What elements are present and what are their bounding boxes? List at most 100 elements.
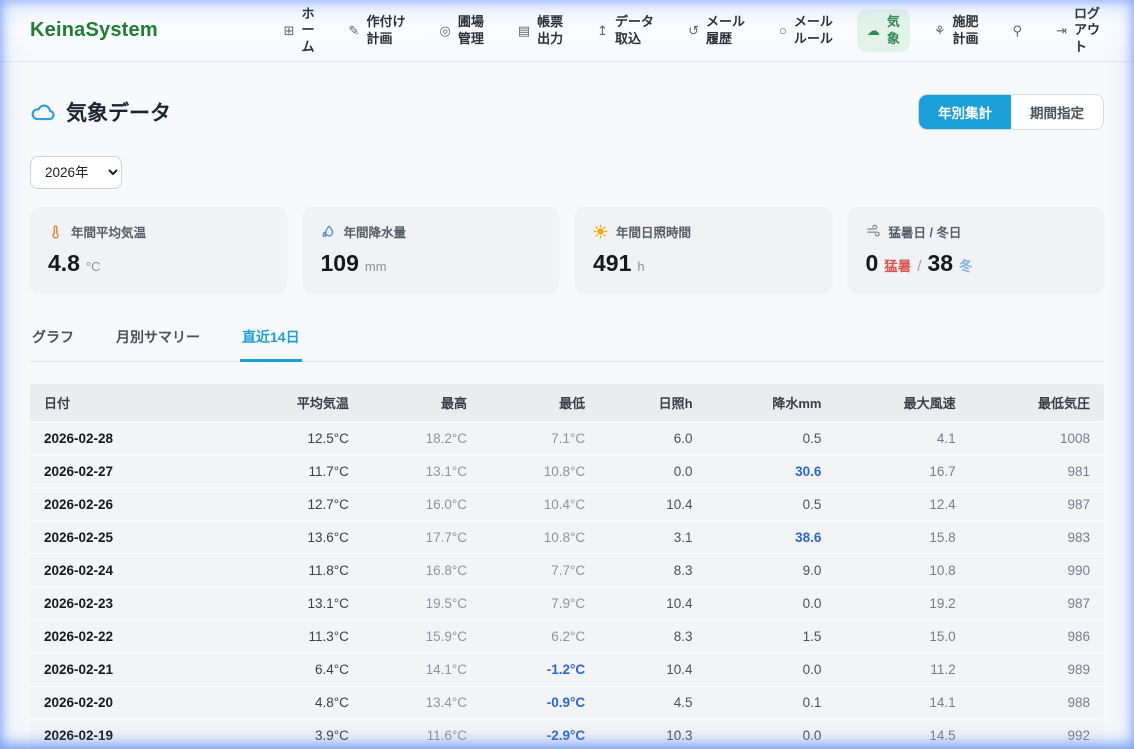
card-label: 猛暑日 / 冬日	[866, 222, 1087, 241]
cell-rain: 30.6	[707, 456, 836, 487]
nav-item-data-import[interactable]: ↥データ 取込	[587, 9, 664, 52]
nav-item-label: 施肥 計画	[953, 14, 979, 47]
cell-pressure: 1008	[970, 423, 1104, 454]
document-icon: ▤	[518, 24, 530, 37]
column-header: 最低気圧	[970, 384, 1104, 421]
cloud-icon	[30, 99, 56, 125]
cell-rain: 0.0	[707, 720, 836, 749]
summary-card-0: 年間平均気温4.8°C	[30, 207, 287, 293]
table-row: 2026-02-2211.3°C15.9°C6.2°C8.31.515.0986	[30, 621, 1104, 652]
year-select[interactable]: 2026年	[30, 156, 122, 189]
cell-min: -1.2°C	[481, 654, 599, 685]
year-filter-row: 2026年	[30, 156, 1104, 189]
top-navbar: KeinaSystem ⊞ホ ー ム ✎作付け 計画 ◎圃場 管理 ▤帳票 出力 ↥デー…	[0, 0, 1134, 62]
cell-date: 2026-02-26	[30, 489, 234, 520]
cell-sun: 8.3	[599, 555, 706, 586]
nav-item-weather[interactable]: ☁気 象	[857, 9, 910, 52]
cell-min: 10.8°C	[481, 456, 599, 487]
yearly-summary-button[interactable]: 年別集計	[919, 95, 1011, 129]
cell-sun: 10.3	[599, 720, 706, 749]
nav-item-mail-history[interactable]: ↺メール 履歴	[678, 9, 755, 52]
logout-icon: ⇥	[1056, 24, 1067, 37]
cell-avg: 11.7°C	[234, 456, 363, 487]
wind-icon	[866, 224, 881, 239]
cell-avg: 12.7°C	[234, 489, 363, 520]
cell-sun: 0.0	[599, 456, 706, 487]
nav-item-report-output[interactable]: ▤帳票 出力	[508, 9, 573, 52]
nav-item-field-management[interactable]: ◎圃場 管理	[429, 9, 493, 52]
cell-pressure: 983	[970, 522, 1104, 553]
card-value-unit: mm	[365, 259, 387, 274]
nav-item-label: ホ ー ム	[302, 6, 315, 55]
cell-min: -2.9°C	[481, 720, 599, 749]
card-label-text: 年間降水量	[344, 222, 407, 241]
card-label: 年間日照時間	[593, 222, 814, 241]
cell-max: 11.6°C	[363, 720, 481, 749]
cell-pressure: 981	[970, 456, 1104, 487]
cell-max: 19.5°C	[363, 588, 481, 619]
cell-max: 14.1°C	[363, 654, 481, 685]
cell-date: 2026-02-20	[30, 687, 234, 718]
cell-date: 2026-02-23	[30, 588, 234, 619]
cell-sun: 10.4	[599, 489, 706, 520]
key-icon: ⚲	[1013, 24, 1023, 37]
nav-item-label: メール 履歴	[706, 14, 745, 47]
cell-avg: 13.1°C	[234, 588, 363, 619]
cell-wind: 12.4	[835, 489, 969, 520]
card-value: 0猛暑/38冬	[866, 250, 1087, 277]
plant-icon: ⚘	[934, 24, 946, 37]
cell-max: 13.4°C	[363, 687, 481, 718]
tab-0[interactable]: グラフ	[30, 319, 76, 362]
cell-wind: 14.5	[835, 720, 969, 749]
cell-wind: 15.0	[835, 621, 969, 652]
nav-item-mail-rules[interactable]: ○メール ルール	[769, 9, 843, 52]
cell-sun: 6.0	[599, 423, 706, 454]
cell-pressure: 990	[970, 555, 1104, 586]
column-header: 日照h	[599, 384, 706, 421]
card-label-text: 年間日照時間	[616, 222, 691, 241]
tab-1[interactable]: 月別サマリー	[114, 319, 202, 362]
cell-rain: 1.5	[707, 621, 836, 652]
nav-item-fertilizer-plan[interactable]: ⚘ 施肥 計画	[924, 9, 989, 52]
nav-item-logout[interactable]: ⇥ログ アウ ト	[1046, 1, 1110, 60]
card-value-separator: /	[917, 258, 921, 275]
pen-icon: ✎	[349, 24, 360, 37]
cell-date: 2026-02-19	[30, 720, 234, 749]
nav-item-api-key[interactable]: ⚲	[1003, 19, 1033, 42]
cell-min: 10.4°C	[481, 489, 599, 520]
cell-avg: 6.4°C	[234, 654, 363, 685]
main-content: 気象データ 年別集計 期間指定 2026年 年間平均気温4.8°C 年間降水量 10…	[0, 94, 1134, 749]
upload-icon: ↥	[597, 24, 608, 37]
card-value: 109mm	[321, 250, 542, 277]
cell-wind: 10.8	[835, 555, 969, 586]
cell-pressure: 992	[970, 720, 1104, 749]
nav-item-home[interactable]: ⊞ホ ー ム	[274, 1, 325, 60]
cloud-icon: ☁	[867, 24, 880, 37]
card-value-unit: h	[637, 259, 644, 274]
cell-date: 2026-02-22	[30, 621, 234, 652]
card-value-number: 491	[593, 250, 631, 277]
sun-icon	[593, 224, 608, 239]
column-header: 降水mm	[707, 384, 836, 421]
cell-pressure: 988	[970, 687, 1104, 718]
tab-2[interactable]: 直近14日	[240, 319, 302, 362]
cell-rain: 0.5	[707, 423, 836, 454]
period-select-button[interactable]: 期間指定	[1011, 95, 1103, 129]
table-row: 2026-02-193.9°C11.6°C-2.9°C10.30.014.599…	[30, 720, 1104, 749]
card-value: 491 h	[593, 250, 814, 277]
summary-card-3: 猛暑日 / 冬日 0猛暑/38冬	[848, 207, 1105, 293]
table-row: 2026-02-2812.5°C18.2°C7.1°C6.00.54.11008	[30, 423, 1104, 454]
cell-max: 15.9°C	[363, 621, 481, 652]
brand-logo[interactable]: KeinaSystem	[0, 19, 158, 42]
page-header: 気象データ 年別集計 期間指定	[30, 94, 1104, 130]
column-header: 最高	[363, 384, 481, 421]
cell-wind: 4.1	[835, 423, 969, 454]
table-row: 2026-02-2612.7°C16.0°C10.4°C10.40.512.49…	[30, 489, 1104, 520]
nav-item-label: メール ルール	[794, 14, 833, 47]
pin-icon: ◎	[439, 24, 450, 37]
view-toggle-group: 年別集計 期間指定	[918, 94, 1104, 130]
cell-date: 2026-02-21	[30, 654, 234, 685]
card-value-winter: 冬	[959, 255, 973, 275]
nav-item-planting-plan[interactable]: ✎作付け 計画	[339, 9, 416, 52]
cell-pressure: 987	[970, 489, 1104, 520]
